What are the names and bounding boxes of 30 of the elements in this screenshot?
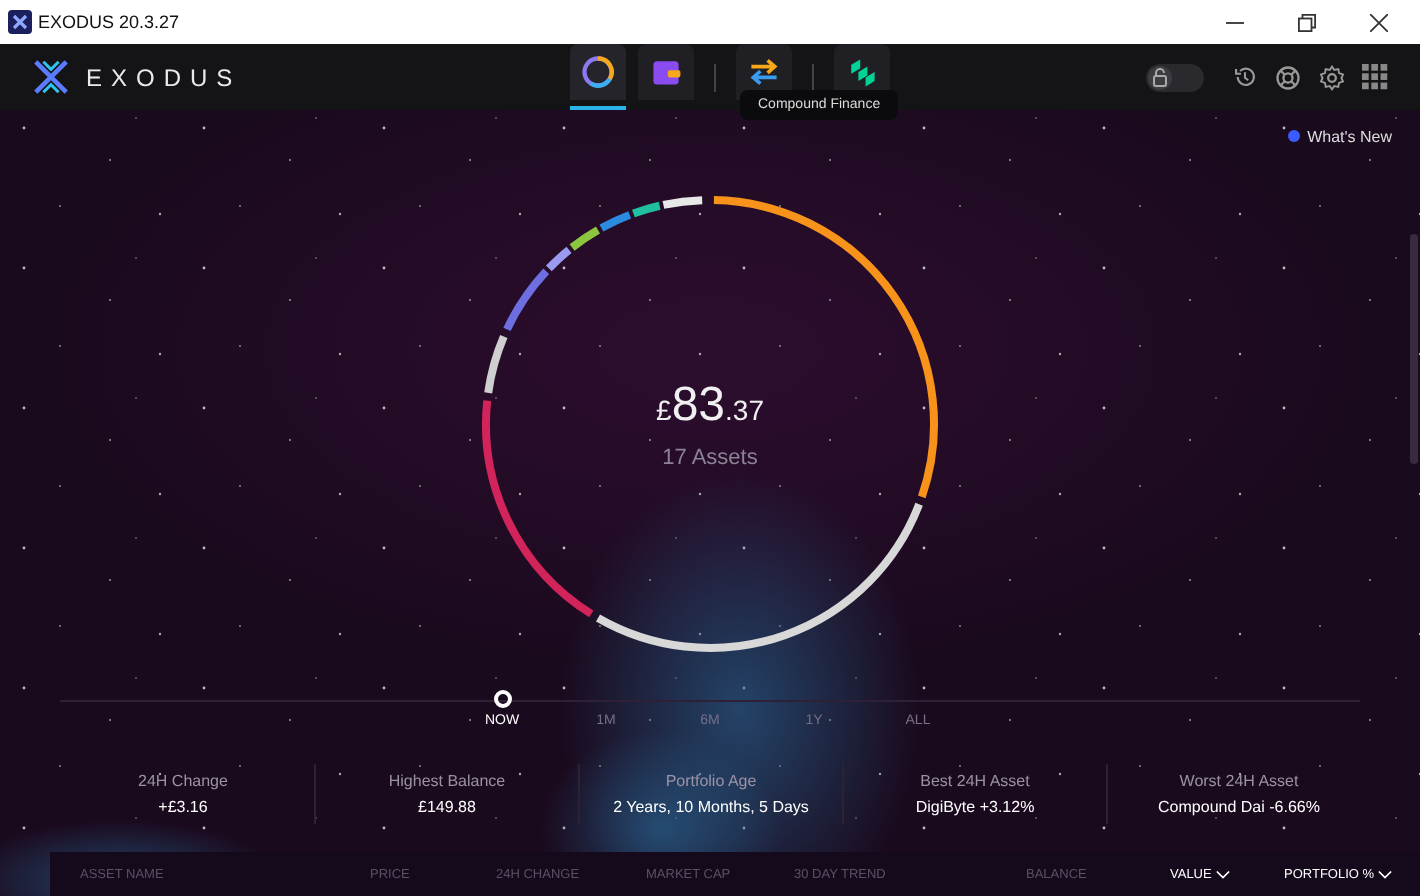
stat-label: Worst 24H Asset [1179,772,1299,790]
stat-label: 24H Change [138,772,228,790]
stat-value: £149.88 [418,798,476,816]
chevron-down-icon [1378,869,1393,879]
history-icon[interactable] [1232,64,1258,90]
donut-icon [580,54,616,90]
stat-value: +£3.16 [158,798,208,816]
padlock-icon [1148,65,1172,89]
nav-tab[interactable] [570,44,626,110]
balance-amount: £83.37 [656,378,764,434]
stat-value: Compound Dai -6.66% [1158,798,1320,816]
stat-label: Highest Balance [388,772,506,790]
whats-new-link[interactable]: What's New [1287,127,1392,145]
app-icon [8,10,32,34]
settings-icon[interactable] [1318,63,1346,91]
lock-toggle[interactable] [1146,63,1204,91]
exchange-icon [746,54,782,90]
stat-value: 2 Years, 10 Months, 5 Days [613,798,809,816]
apps-grid-icon[interactable] [1362,64,1388,90]
stat-value: DigiByte +3.12% [915,798,1035,816]
chevron-down-icon [1215,869,1230,879]
logo-icon [32,58,70,96]
asset-count: 17 Assets [662,446,758,470]
close-icon[interactable] [1370,13,1388,31]
stat-label: Best 24H Asset [920,772,1030,790]
window-title: EXODUS 20.3.27 [38,12,180,32]
lifebuoy-icon[interactable] [1274,63,1302,91]
brand-name: EXODUS [86,63,242,91]
stat-label: Portfolio Age [665,772,757,790]
maximize-icon[interactable] [1298,13,1316,31]
